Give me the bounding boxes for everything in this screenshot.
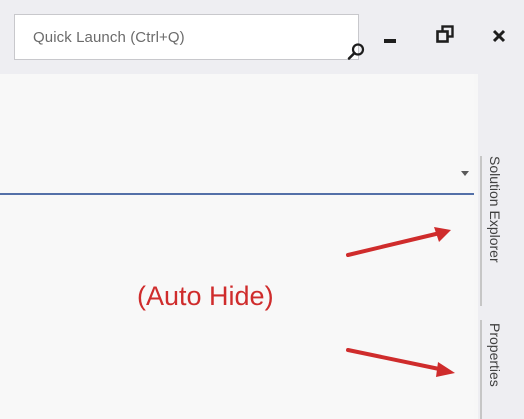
tab-separator — [480, 320, 482, 419]
annotation-arrow-upper — [346, 227, 451, 257]
quick-launch-placeholder: Quick Launch (Ctrl+Q) — [33, 29, 185, 46]
panel-accent-line — [0, 193, 474, 195]
tab-separator — [480, 156, 482, 306]
dropdown-arrow-icon[interactable] — [460, 170, 470, 178]
close-button[interactable] — [484, 20, 514, 50]
quick-launch-search-box[interactable]: Quick Launch (Ctrl+Q) — [14, 14, 365, 60]
minimize-button[interactable] — [375, 20, 405, 50]
title-bar: Quick Launch (Ctrl+Q) — [0, 0, 524, 74]
tab-properties[interactable]: Properties — [482, 323, 508, 387]
annotation-arrow-lower — [346, 348, 455, 377]
ide-window: Quick Launch (Ctrl+Q) (Auto Hide) Soluti… — [0, 0, 524, 419]
tab-solution-explorer[interactable]: Solution Explorer — [482, 156, 508, 263]
auto-hide-tab-strip: Solution Explorer Properties — [478, 74, 524, 419]
editor-area: (Auto Hide) — [0, 74, 474, 419]
search-icon[interactable] — [346, 42, 366, 62]
auto-hide-annotation: (Auto Hide) — [137, 281, 274, 311]
restore-button[interactable] — [430, 20, 460, 50]
